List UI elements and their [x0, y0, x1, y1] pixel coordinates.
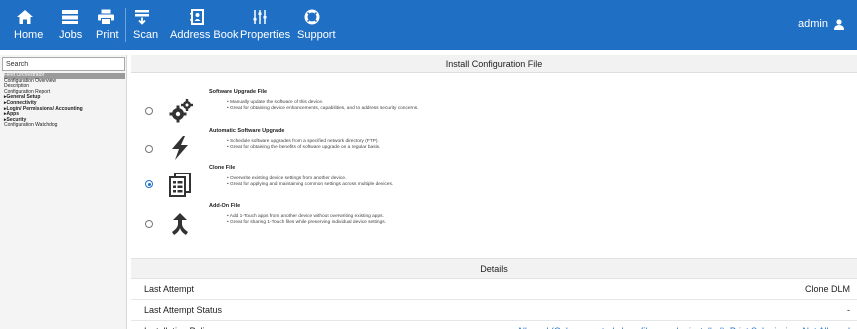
- install-options: Software Upgrade File • Manually update …: [131, 81, 857, 251]
- jobs-icon: [62, 10, 78, 24]
- option-desc-line: • Manually update the software of this d…: [227, 100, 324, 105]
- option-add-on-file: Add-On File • Add 1-Touch apps from anot…: [131, 203, 857, 243]
- sidebar: Fleet Orchestrator Configuration Overvie…: [0, 55, 127, 329]
- option-automatic-software-upgrade: Automatic Software Upgrade • Schedule so…: [131, 128, 857, 168]
- scan-icon: [135, 10, 149, 25]
- lightning-bolt-icon: [172, 136, 188, 160]
- sidebar-item-configuration-watchdog[interactable]: Configuration Watchdog: [4, 123, 125, 129]
- nav-jobs[interactable]: Jobs: [59, 0, 83, 50]
- option-desc-line: • Add 1-Touch apps from another device w…: [227, 214, 384, 219]
- home-icon: [17, 10, 33, 24]
- gears-icon: [169, 99, 193, 123]
- option-desc-line: • Great for obtaining the benefits of so…: [227, 145, 381, 150]
- details-value: Clone DLM: [804, 284, 850, 294]
- details-row-last-attempt-status: Last Attempt Status -: [131, 300, 857, 321]
- user-icon: [834, 18, 844, 30]
- page-title: Install Configuration File: [131, 55, 857, 73]
- sliders-icon: [253, 10, 267, 24]
- radio-clone-file[interactable]: [145, 180, 153, 188]
- nav-address-book-label: Address Book: [170, 29, 239, 41]
- radio-software-upgrade-file[interactable]: [145, 107, 153, 115]
- sidebar-nav: Fleet Orchestrator Configuration Overvie…: [4, 72, 125, 129]
- nav-home[interactable]: Home: [14, 0, 43, 50]
- nav-print-label: Print: [96, 29, 119, 41]
- details-row-last-attempt: Last Attempt Clone DLM: [131, 279, 857, 300]
- radio-add-on-file[interactable]: [145, 220, 153, 228]
- user-menu[interactable]: admin: [798, 18, 845, 30]
- option-software-upgrade-file: Software Upgrade File • Manually update …: [131, 89, 857, 129]
- nav-properties[interactable]: Properties: [240, 0, 290, 50]
- main-content: Install Configuration File Software Upgr…: [131, 55, 857, 329]
- option-title: Automatic Software Upgrade: [209, 128, 285, 134]
- nav-address-book[interactable]: Address Book: [170, 0, 238, 50]
- option-desc-line: • Schedule software upgrades from a spec…: [227, 139, 379, 144]
- details-label: Last Attempt: [144, 284, 195, 294]
- details-label: Installation Policy: [144, 321, 214, 329]
- option-title: Software Upgrade File: [209, 89, 268, 95]
- nav-scan[interactable]: Scan: [133, 0, 158, 50]
- option-clone-file: Clone File • Overwrite existing device s…: [131, 165, 857, 205]
- search-input[interactable]: [2, 57, 125, 71]
- nav-scan-label: Scan: [133, 29, 159, 41]
- installation-policy-link[interactable]: Allowed (Only encrypted clone files can …: [517, 321, 850, 329]
- option-desc-line: • Great for obtaining device enhancement…: [227, 106, 419, 111]
- option-desc-line: • Great for sharing 1-Touch files while …: [227, 220, 386, 225]
- nav-jobs-label: Jobs: [59, 29, 83, 41]
- nav-divider: [125, 8, 126, 42]
- nav-print[interactable]: Print: [95, 0, 119, 50]
- radio-automatic-software-upgrade[interactable]: [145, 145, 153, 153]
- details-heading: Details: [131, 258, 857, 279]
- details-row-installation-policy: Installation Policy Allowed (Only encryp…: [131, 321, 857, 329]
- details-value: -: [847, 305, 850, 315]
- user-name: admin: [798, 18, 828, 30]
- nav-home-label: Home: [14, 29, 44, 41]
- lifebuoy-icon: [304, 9, 320, 25]
- nav-properties-label: Properties: [240, 29, 291, 41]
- printer-icon: [98, 9, 114, 25]
- top-navigation-bar: Home Jobs Print Scan Address Book Proper…: [0, 0, 857, 50]
- option-desc-line: • Overwrite existing device settings fro…: [227, 176, 347, 181]
- merge-arrow-icon: [172, 213, 188, 235]
- address-book-icon: [190, 9, 204, 25]
- option-title: Add-On File: [209, 203, 241, 209]
- option-desc-line: • Great for applying and maintaining com…: [227, 182, 394, 187]
- option-title: Clone File: [209, 165, 236, 171]
- details-label: Last Attempt Status: [144, 305, 223, 315]
- nav-support-label: Support: [297, 29, 336, 41]
- clone-document-icon: [169, 173, 191, 197]
- nav-support[interactable]: Support: [297, 0, 336, 50]
